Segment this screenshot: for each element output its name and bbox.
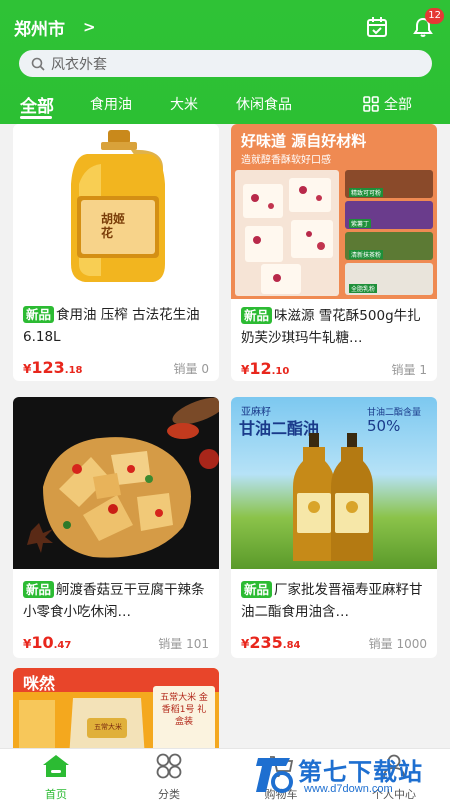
product-image: 好味道 源自好材料 造就醇香酥软好口感 精致可可粉 紫薯丁 清新抹茶粉 全脂乳粉 (231, 124, 437, 299)
product-price: ¥10.47 (23, 633, 72, 652)
product-image: 胡姬花 (13, 124, 219, 294)
chevron-right-icon[interactable]: > (83, 18, 96, 36)
price-row: ¥235.84 销量 1000 (231, 633, 437, 652)
banner-headline: 好味道 源自好材料 (241, 132, 367, 150)
product-card[interactable]: 胡姬花 新品 食用油 压榨 古法花生油6.18L ¥123.18 销量 0 (13, 124, 219, 381)
nav-label: 分类 (158, 788, 180, 800)
top-bar: 郑州市 > 12 (14, 8, 444, 40)
price-row: ¥10.47 销量 101 (13, 633, 219, 652)
home-icon (43, 755, 69, 777)
sales-count: 销量 1000 (368, 637, 427, 651)
watermark-brand: 第七下载站 (298, 758, 423, 786)
product-price: ¥12.10 (241, 359, 290, 378)
app-header: 郑州市 > 12 风衣外套 全部 食用油 大米 休闲食品 全部 (0, 0, 450, 124)
bag-label: 五常大米 (94, 723, 122, 731)
banner-subline: 造就醇香酥软好口感 (241, 155, 331, 166)
category-icon (156, 753, 182, 779)
product-image: 咪然 五常大米 五常大米 金香稻1号 礼盒装 (13, 668, 219, 748)
tab-cooking-oil[interactable]: 食用油 (90, 94, 132, 114)
active-tab-indicator (20, 116, 52, 119)
product-card[interactable]: 亚麻籽 甘油二酯油 甘油二酯含量 50% 新品 厂家批发晋福寿亚麻籽甘油二酯食用油… (231, 397, 437, 658)
nav-label: 首页 (45, 788, 67, 800)
price-row: ¥12.10 销量 1 (231, 359, 437, 378)
site-watermark: 第七下载站 www.d7down.com (252, 752, 442, 798)
city-selector[interactable]: 郑州市 (14, 15, 65, 40)
bell-icon[interactable]: 12 (410, 8, 444, 40)
new-tag: 新品 (241, 581, 273, 598)
sales-count: 销量 1 (391, 363, 427, 377)
ingredient-label: 全脂乳粉 (349, 284, 378, 293)
product-image (13, 397, 219, 569)
watermark-logo-icon (256, 758, 293, 793)
product-card[interactable]: 咪然 五常大米 五常大米 金香稻1号 礼盒装 (13, 668, 219, 748)
notification-badge: 12 (425, 8, 444, 24)
new-tag: 新品 (23, 581, 55, 598)
tab-snacks[interactable]: 休闲食品 (236, 94, 292, 114)
product-title: 新品 厂家批发晋福寿亚麻籽甘油二酯食用油含… (231, 579, 437, 623)
nav-item-home[interactable]: 首页 (16, 753, 96, 800)
new-tag: 新品 (241, 307, 273, 324)
search-placeholder: 风衣外套 (51, 56, 107, 73)
sales-count: 销量 101 (158, 637, 209, 651)
grid-icon (363, 96, 379, 112)
calendar-check-icon[interactable] (364, 14, 390, 40)
product-card[interactable]: 好味道 源自好材料 造就醇香酥软好口感 精致可可粉 紫薯丁 清新抹茶粉 全脂乳粉… (231, 124, 437, 381)
product-title: 新品 味滋源 雪花酥500g牛扎奶芙沙琪玛牛轧糖… (231, 305, 437, 349)
ingredient-label: 清新抹茶粉 (349, 250, 384, 259)
price-row: ¥123.18 销量 0 (13, 358, 219, 377)
search-input[interactable]: 风衣外套 (19, 50, 432, 77)
product-title: 新品 食用油 压榨 古法花生油6.18L (13, 304, 219, 348)
watermark-url: www.d7down.com (304, 783, 393, 795)
tab-rice[interactable]: 大米 (170, 94, 198, 114)
new-tag: 新品 (23, 306, 55, 323)
search-icon (31, 57, 45, 71)
product-price: ¥235.84 (241, 633, 301, 652)
all-categories-button[interactable]: 全部 (363, 94, 412, 114)
category-tabs: 全部 食用油 大米 休闲食品 全部 (0, 90, 450, 120)
product-title: 新品 舸渡香菇豆干豆腐干辣条小零食小吃休闲… (13, 579, 219, 623)
product-grid: 胡姬花 新品 食用油 压榨 古法花生油6.18L ¥123.18 销量 0 好味道… (0, 124, 450, 748)
product-card[interactable]: 新品 舸渡香菇豆干豆腐干辣条小零食小吃休闲… ¥10.47 销量 101 (13, 397, 219, 658)
box-text: 五常大米 金香稻1号 礼盒装 (160, 693, 208, 727)
bottle-label: 胡姬花 (101, 212, 126, 240)
product-image: 亚麻籽 甘油二酯油 甘油二酯含量 50% (231, 397, 437, 569)
nav-item-category[interactable]: 分类 (129, 753, 209, 800)
ingredient-label: 精致可可粉 (349, 188, 384, 197)
top-actions: 12 (364, 8, 444, 40)
all-categories-label: 全部 (384, 97, 412, 113)
tab-all[interactable]: 全部 (20, 92, 54, 117)
sales-count: 销量 0 (173, 362, 209, 376)
product-price: ¥123.18 (23, 358, 83, 377)
ingredient-label: 紫薯丁 (349, 219, 372, 228)
